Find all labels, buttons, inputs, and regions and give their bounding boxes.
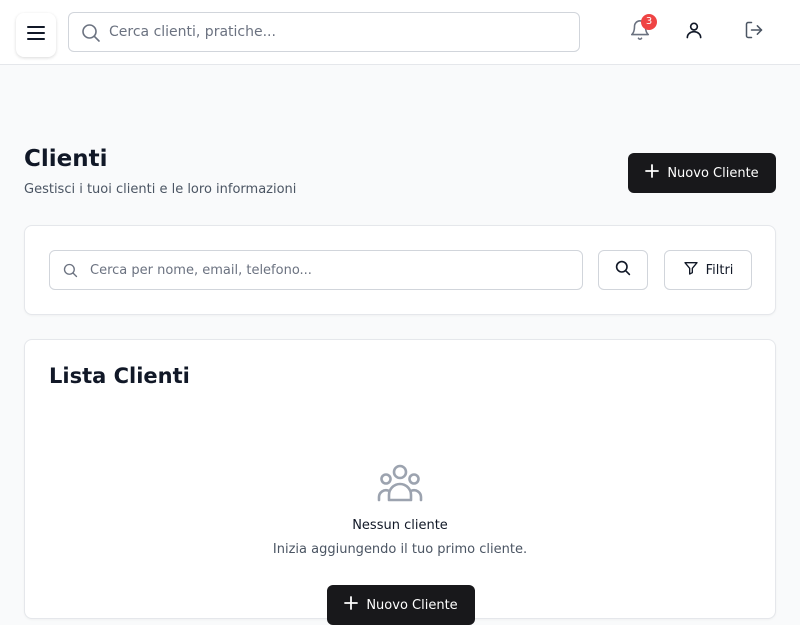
search-icon bbox=[63, 263, 78, 282]
empty-new-client-button[interactable]: Nuovo Cliente bbox=[327, 585, 475, 625]
filter-icon bbox=[683, 260, 699, 280]
client-list-card: Lista Clienti Nessun cliente Inizia aggi… bbox=[24, 339, 776, 625]
global-search-input[interactable] bbox=[109, 13, 569, 51]
users-icon bbox=[377, 464, 423, 508]
new-client-button[interactable]: Nuovo Cliente bbox=[628, 153, 776, 193]
plus-icon bbox=[344, 596, 359, 614]
user-icon bbox=[684, 20, 704, 44]
empty-state-description: Inizia aggiungendo il tuo primo cliente. bbox=[272, 542, 528, 557]
list-title: Lista Clienti bbox=[49, 364, 190, 388]
search-icon bbox=[615, 260, 631, 280]
filters-label: Filtri bbox=[705, 262, 734, 278]
logout-button[interactable] bbox=[738, 14, 770, 50]
page-title: Clienti bbox=[24, 146, 108, 172]
notifications-button[interactable]: 3 bbox=[624, 14, 657, 50]
new-client-label: Nuovo Cliente bbox=[667, 165, 759, 181]
profile-button[interactable] bbox=[678, 14, 710, 50]
top-bar: 3 bbox=[0, 0, 800, 65]
notification-badge: 3 bbox=[641, 14, 657, 30]
filters-button[interactable]: Filtri bbox=[664, 250, 752, 290]
logout-icon bbox=[744, 20, 764, 44]
client-search-input[interactable] bbox=[90, 251, 570, 289]
search-button[interactable] bbox=[598, 250, 648, 290]
filter-card: Filtri bbox=[24, 225, 776, 315]
plus-icon bbox=[645, 164, 660, 182]
search-icon bbox=[81, 23, 101, 47]
client-search bbox=[49, 250, 583, 290]
menu-button[interactable] bbox=[16, 13, 56, 57]
global-search bbox=[68, 12, 580, 52]
menu-icon bbox=[26, 25, 46, 45]
empty-state-title: Nessun cliente bbox=[352, 518, 448, 533]
page-subtitle: Gestisci i tuoi clienti e le loro inform… bbox=[24, 182, 297, 197]
